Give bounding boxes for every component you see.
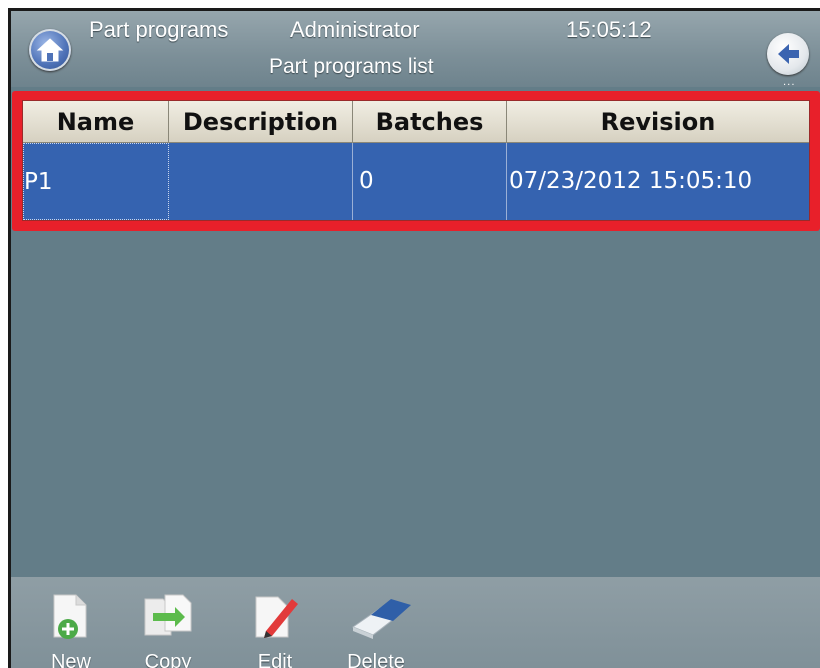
part-programs-table: Name Description Batches Revision P1 0 0… xyxy=(22,100,810,221)
cell-revision: 07/23/2012 15:05:10 xyxy=(509,168,753,194)
copy-button-label: Copy xyxy=(144,651,192,668)
column-header-name[interactable]: Name xyxy=(23,101,169,143)
main-panel: Part programs Administrator 15:05:12 Par… xyxy=(8,8,820,668)
user-name: Administrator xyxy=(290,17,420,42)
section-title: Part programs xyxy=(89,17,229,42)
title-bar: Part programs Administrator 15:05:12 Par… xyxy=(11,11,820,88)
column-header-revision[interactable]: Revision xyxy=(507,101,809,143)
new-button[interactable]: New xyxy=(36,589,106,668)
cell-name: P1 xyxy=(23,143,169,220)
column-header-batches[interactable]: Batches xyxy=(353,101,507,143)
edit-document-icon xyxy=(255,596,298,638)
clock-time: 15:05:12 xyxy=(566,17,652,42)
home-icon xyxy=(36,38,64,62)
eraser-icon xyxy=(351,599,411,639)
bottom-toolbar: New Copy Edit Delete xyxy=(11,577,820,668)
new-button-label: New xyxy=(50,651,91,668)
home-button[interactable] xyxy=(29,29,71,71)
app-window: Part programs Administrator 15:05:12 Par… xyxy=(0,0,820,668)
copy-document-icon xyxy=(144,594,192,636)
new-document-icon xyxy=(53,594,87,639)
part-programs-table-highlight: Name Description Batches Revision P1 0 0… xyxy=(12,91,820,231)
delete-button-label: Delete xyxy=(347,651,405,668)
edit-button-label: Edit xyxy=(257,651,293,668)
edit-button[interactable]: Edit xyxy=(240,589,310,668)
page-subtitle: Part programs list xyxy=(269,55,434,78)
copy-button[interactable]: Copy xyxy=(133,589,203,668)
table-row[interactable]: P1 0 07/23/2012 15:05:10 xyxy=(23,143,809,220)
cell-description xyxy=(169,143,353,220)
column-header-description[interactable]: Description xyxy=(169,101,353,143)
back-button-dots: ... xyxy=(783,77,796,88)
back-button[interactable] xyxy=(767,33,809,75)
delete-button[interactable]: Delete xyxy=(341,589,411,668)
arrow-left-icon xyxy=(778,44,799,64)
cell-batches: 0 xyxy=(353,143,507,220)
